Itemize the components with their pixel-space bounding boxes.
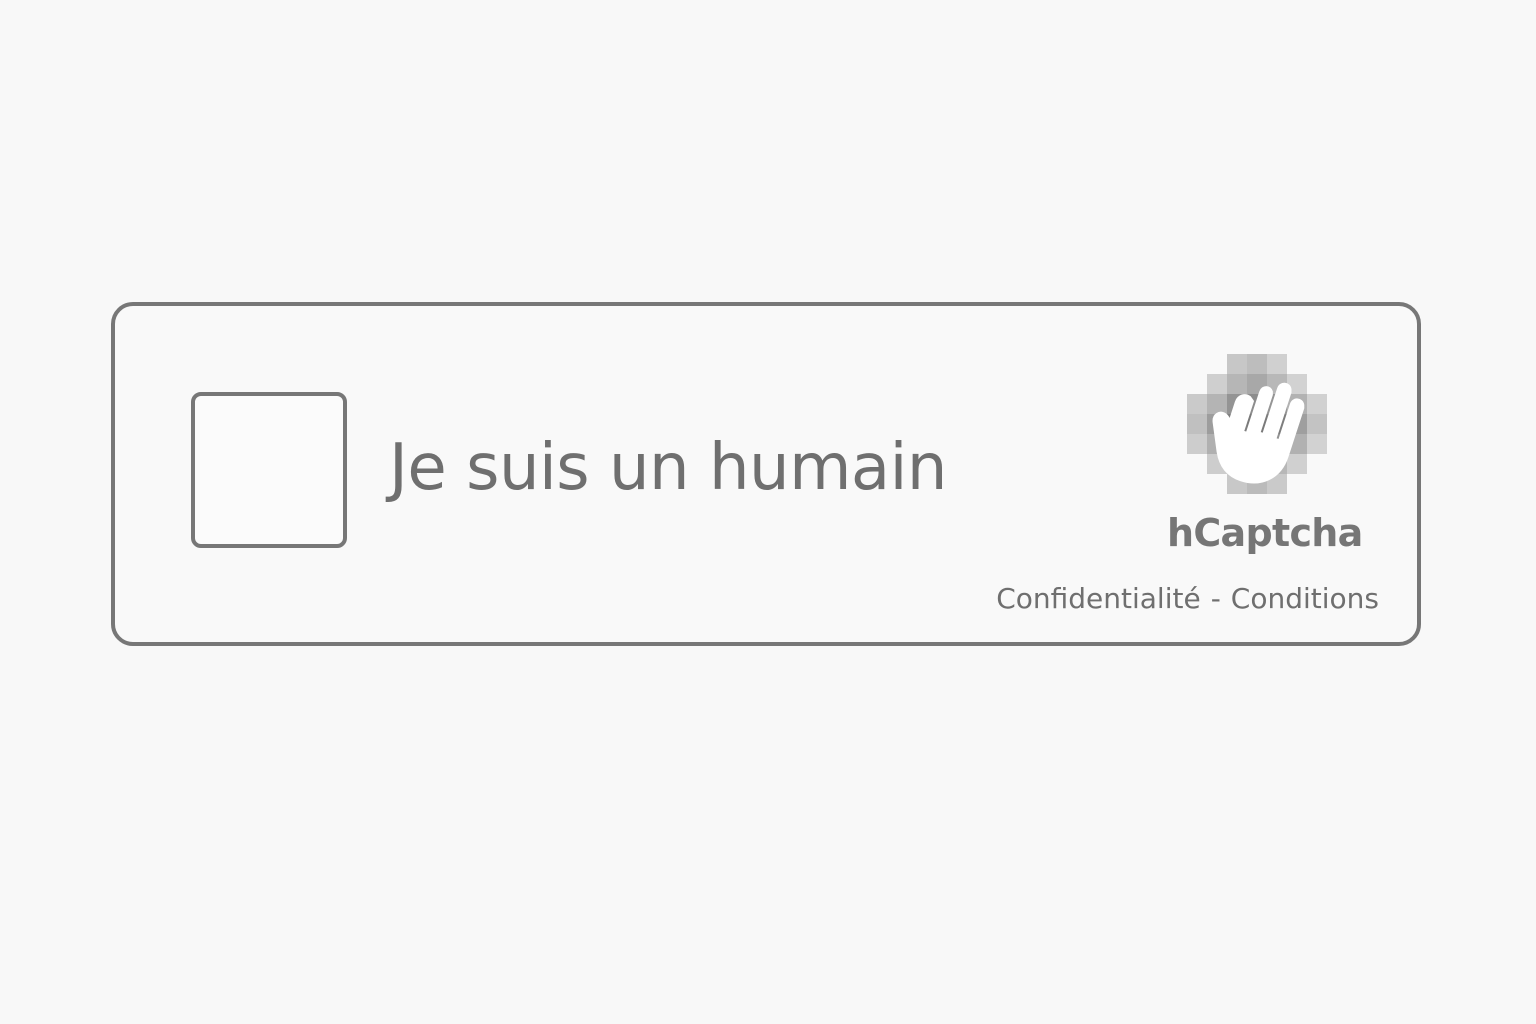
legal-links: Confidentialité - Conditions [996,582,1379,616]
hcaptcha-branding: hCaptcha [1167,354,1363,562]
privacy-link[interactable]: Confidentialité [996,582,1201,615]
hcaptcha-hand-logo-icon [1187,354,1327,494]
terms-link[interactable]: Conditions [1231,582,1379,615]
legal-link-separator: - [1210,582,1221,615]
human-verification-label: Je suis un humain [389,431,947,505]
hcaptcha-widget: Je suis un humain hCaptcha Confidentiali… [111,302,1421,646]
captcha-page: Je suis un humain hCaptcha Confidentiali… [0,0,1536,1024]
hcaptcha-brand-name: hCaptcha [1167,511,1363,555]
human-verification-checkbox[interactable] [191,392,347,548]
